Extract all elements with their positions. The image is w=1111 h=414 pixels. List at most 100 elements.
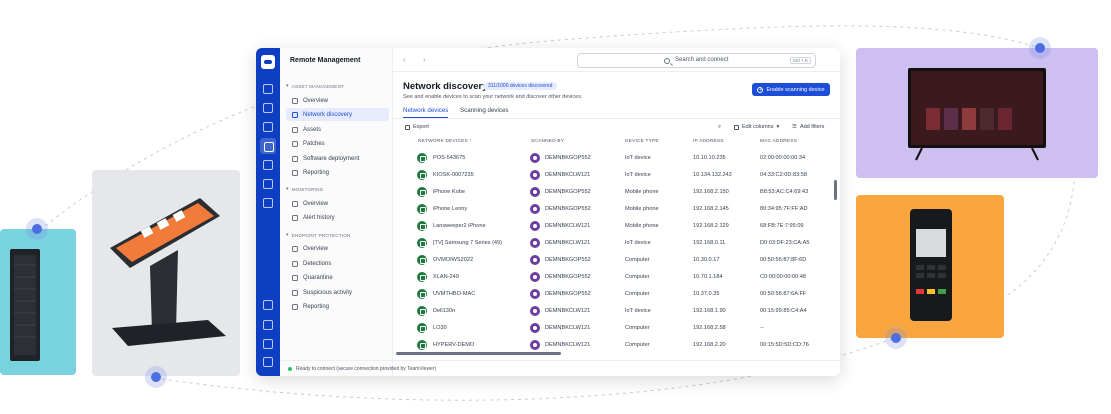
sidebar: Remote Management ▾ ASSET MANAGEMENT Ove… (280, 48, 393, 376)
table-row[interactable]: Dell130n DEMNBKCLW121 IoT device 192.168.1.… (393, 303, 833, 320)
back-arrow-icon[interactable]: ‹ (403, 55, 406, 64)
forward-arrow-icon[interactable]: › (423, 55, 426, 64)
device-icon (417, 170, 427, 180)
cell-ip-address: 192.168.1.90 (693, 308, 726, 314)
cell-scanned-by: DEMNBKGOP552 (545, 206, 591, 212)
transfer-icon[interactable] (263, 103, 273, 113)
sidebar-item-overview[interactable]: Overview (286, 94, 389, 107)
search-input[interactable]: Search and connect Ctrl + K (577, 53, 816, 68)
cell-device-name: POS-543675 (433, 155, 466, 161)
cell-device-type: Computer (625, 291, 650, 297)
feedback-icon[interactable] (263, 357, 273, 367)
sidebar-item-suspicious-activity[interactable]: Suspicious activity (286, 286, 389, 299)
sidebar-item-monitoring-overview[interactable]: Overview (286, 197, 389, 210)
shield-icon (292, 274, 298, 281)
table-row[interactable]: Lansweeper2 iPhone DEMNBKCLW121 Mobile pho… (393, 218, 833, 235)
section-monitoring[interactable]: ▾ MONITORING (286, 186, 324, 192)
chat-icon[interactable] (263, 122, 273, 132)
cell-mac-address: 02:00:00:00:00:34 (760, 155, 806, 161)
sidebar-item-patches[interactable]: Patches (286, 137, 389, 150)
cell-ip-address: 10.70.1.184 (693, 274, 723, 280)
tab-network-devices[interactable]: Network devices (403, 107, 449, 118)
table-row[interactable]: iPhone Lenny DEMNBKGOP552 Mobile phone 192.… (393, 201, 833, 218)
table-row[interactable]: POS-543675 DEMNBKGOP552 IoT device 10.10.10… (393, 150, 833, 167)
scanner-avatar-icon (530, 238, 540, 248)
cell-device-type: Computer (625, 325, 650, 331)
device-icon (417, 153, 427, 163)
integrations-icon[interactable] (263, 179, 273, 189)
edit-columns-button[interactable]: Edit columns ▾ (734, 124, 779, 130)
sidebar-item-software-deployment[interactable]: Software deployment (286, 152, 389, 165)
pos-connection-node (885, 327, 907, 349)
cell-mac-address: 80:34:95:7F:FF:AD (760, 206, 808, 212)
column-header-ip-address[interactable]: IP ADDRESS (693, 139, 724, 144)
cell-device-name: Lansweeper2 iPhone (433, 223, 486, 229)
remote-management-icon[interactable] (260, 138, 276, 154)
horizontal-scrollbar[interactable] (396, 352, 561, 355)
table-row[interactable]: UVMTHBO-MAC DEMNBKGOP552 Computer 10.37.0.3… (393, 286, 833, 303)
scanner-avatar-icon (530, 323, 540, 333)
cell-mac-address: D0:03:DF:23:CA:A5 (760, 240, 810, 246)
cell-mac-address: -- (760, 325, 764, 331)
sidebar-item-detections[interactable]: Detections (286, 257, 389, 270)
column-header-scanned-by[interactable]: SCANNED BY (531, 139, 564, 144)
table-row[interactable]: [TV] Samsung 7 Series (49) DEMNBKCLW121 Io… (393, 235, 833, 252)
chevron-down-icon: ▾ (286, 232, 289, 238)
sidebar-item-endpoint-reporting[interactable]: Reporting (286, 300, 389, 313)
cell-mac-address: 00:15:99:85:C4:A4 (760, 308, 807, 314)
page-subtitle: See and enable devices to scan your netw… (403, 94, 583, 100)
home-icon[interactable] (263, 84, 273, 94)
warning-icon (292, 260, 298, 267)
scanner-avatar-icon (530, 255, 540, 265)
section-asset-management[interactable]: ▾ ASSET MANAGEMENT (286, 83, 344, 89)
sidebar-item-alert-history[interactable]: Alert history (286, 211, 389, 224)
cell-device-type: IoT device (625, 155, 651, 161)
connections-icon[interactable] (263, 160, 273, 170)
cell-ip-address: 10.134.132.242 (693, 172, 732, 178)
server-product-image (0, 229, 76, 375)
table-row[interactable]: KIOSK-0007235 DEMNBKCLW121 IoT device 10.13… (393, 167, 833, 184)
column-header-mac-address[interactable]: MAC ADDRESS (760, 139, 797, 144)
cell-ip-address: 192.168.2.20 (693, 342, 726, 348)
enable-scanning-device-button[interactable]: + Enable scanning device (752, 83, 830, 96)
main-content: Network discovery 311/1000 devices disco… (393, 72, 840, 358)
key-icon[interactable] (263, 300, 273, 310)
sort-up-icon: ↑ (469, 139, 473, 144)
sidebar-item-assets[interactable]: Assets (286, 123, 389, 136)
cell-device-type: Computer (625, 274, 650, 280)
scanner-avatar-icon (530, 272, 540, 282)
cell-scanned-by: DEMNBKCLW121 (545, 240, 591, 246)
section-endpoint-protection[interactable]: ▾ ENDPOINT PROTECTION (286, 232, 351, 238)
help-icon[interactable] (263, 339, 273, 349)
vertical-scrollbar[interactable] (834, 180, 837, 200)
add-filters-button[interactable]: ☰ Add filters (792, 124, 824, 130)
export-button[interactable]: Export (405, 124, 429, 130)
teamviewer-logo-icon[interactable] (261, 55, 275, 69)
device-icon (417, 204, 427, 214)
settings-icon[interactable] (263, 320, 273, 330)
cell-device-type: Mobile phone (625, 223, 659, 229)
scanner-avatar-icon (530, 306, 540, 316)
tab-scanning-devices[interactable]: Scanning devices (460, 107, 509, 117)
table-search-icon[interactable]: ⌕ (718, 124, 721, 131)
cell-mac-address: 00:15:5D:5D:CD:76 (760, 342, 809, 348)
table-row[interactable]: LO30 DEMNBKCLW121 Computer 192.168.2.58 -- (393, 320, 833, 337)
cell-scanned-by: DEMNBKGOP552 (545, 189, 591, 195)
cell-ip-address: 192.168.2.58 (693, 325, 726, 331)
device-icon (417, 255, 427, 265)
cell-device-name: HYPERV-DEMO (433, 342, 475, 348)
sidebar-item-quarantine[interactable]: Quarantine (286, 271, 389, 284)
sidebar-item-network-discovery[interactable]: Network discovery (286, 108, 389, 121)
cell-device-type: Mobile phone (625, 189, 659, 195)
table-row[interactable]: iPhone Kobe DEMNBKGOP552 Mobile phone 192.1… (393, 184, 833, 201)
top-bar: ‹ › Search and connect Ctrl + K (393, 48, 840, 72)
table-row[interactable]: OVMOIWS2022 DEMNBKGOP552 Computer 10.30.0.1… (393, 252, 833, 269)
sidebar-item-reporting[interactable]: Reporting (286, 166, 389, 179)
add-icon[interactable] (263, 198, 273, 208)
cell-ip-address: 192.168.2.129 (693, 223, 729, 229)
cell-device-name: iPhone Kobe (433, 189, 466, 195)
column-header-device-type[interactable]: DEVICE TYPE (625, 139, 659, 144)
column-header-network-devices[interactable]: NETWORK DEVICES ↑ (418, 139, 472, 144)
table-row[interactable]: XLAN-249 DEMNBKGOP552 Computer 10.70.1.184 C… (393, 269, 833, 286)
sidebar-item-endpoint-overview[interactable]: Overview (286, 242, 389, 255)
